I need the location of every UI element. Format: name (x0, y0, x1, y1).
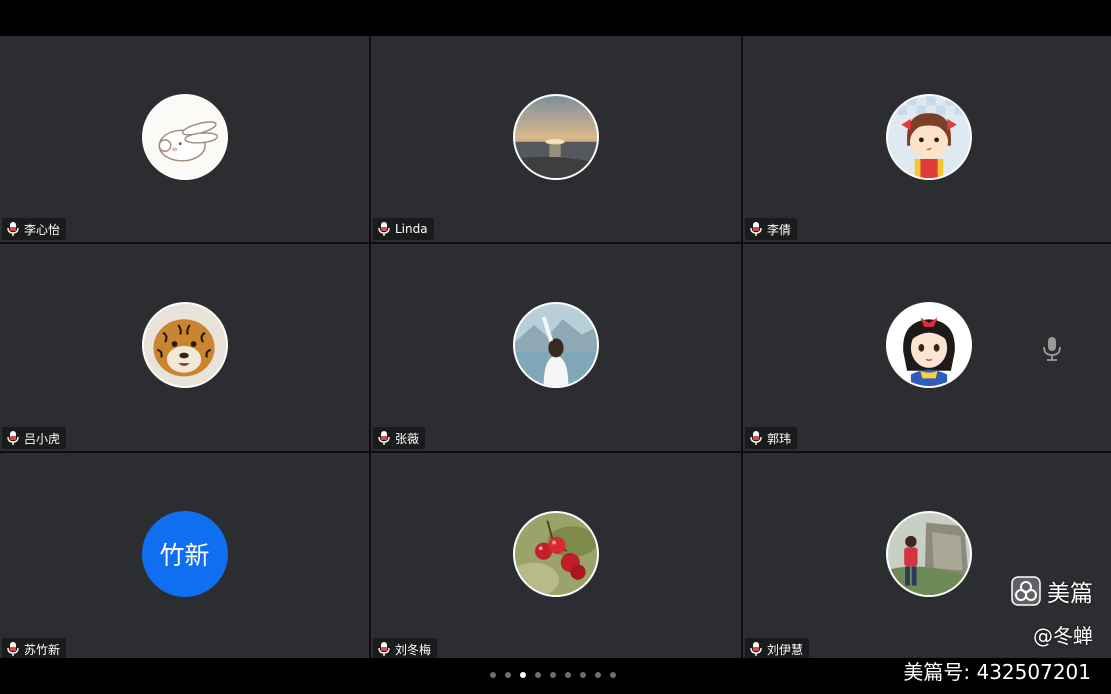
participant-tile[interactable]: 竹新 苏竹新 (0, 453, 369, 662)
cartoon-girl-avatar (886, 94, 972, 180)
participant-name: Linda (395, 222, 428, 236)
participant-tile[interactable]: 张薇 (371, 244, 741, 451)
text-avatar: 竹新 (141, 511, 228, 597)
page-dot[interactable] (505, 672, 511, 678)
mic-icon (750, 222, 762, 236)
participant-name: 李心怡 (24, 222, 61, 237)
mic-icon (7, 642, 19, 656)
participant-tile[interactable]: Linda (371, 36, 741, 242)
participant-tile[interactable]: 吕小虎 (0, 244, 369, 451)
page-dot[interactable] (490, 672, 496, 678)
person-outdoor-avatar (886, 511, 972, 597)
participant-name: 李倩 (767, 222, 792, 237)
watermark-brand: 美篇 (1011, 574, 1093, 608)
participant-name-tag: 李倩 (745, 218, 798, 240)
participant-name: 苏竹新 (24, 642, 61, 657)
mic-icon (750, 431, 762, 445)
top-bar (0, 0, 1111, 36)
participant-name-tag: 刘冬梅 (373, 638, 438, 660)
page-dot[interactable] (580, 672, 586, 678)
snow-white-avatar (886, 302, 972, 388)
watermark-id: 美篇号: 432507201 (903, 660, 1091, 684)
participant-name-tag: 张薇 (373, 427, 426, 449)
participant-name-tag: 苏竹新 (2, 638, 67, 660)
mic-icon (7, 431, 19, 445)
participant-tile[interactable]: 刘冬梅 (371, 453, 741, 662)
participant-name: 张薇 (395, 431, 420, 446)
participant-name-tag: 李心怡 (2, 218, 67, 240)
meipian-logo-icon (1011, 576, 1041, 606)
watermark-brand-text: 美篇 (1047, 581, 1093, 607)
tiger-avatar (141, 302, 228, 388)
rabbit-avatar (141, 94, 228, 180)
participant-name-tag: 郭玮 (745, 427, 798, 449)
page-dot[interactable] (550, 672, 556, 678)
watermark-author: @冬蝉 (1033, 624, 1093, 648)
participant-name-tag: 刘伊慧 (745, 638, 810, 660)
participant-name-tag: Linda (373, 218, 434, 240)
page-indicator[interactable] (490, 672, 616, 678)
page-dot[interactable] (595, 672, 601, 678)
page-dot[interactable] (610, 672, 616, 678)
participant-name: 吕小虎 (24, 431, 61, 446)
participant-tile[interactable]: 李心怡 (0, 36, 369, 242)
page-dot[interactable] (520, 672, 526, 678)
cherry-avatar (513, 511, 599, 597)
mic-icon (378, 642, 390, 656)
video-grid: 李心怡 Linda 李倩 吕小虎 张薇 郭玮 竹新 苏竹新 刘冬梅 刘伊慧 (0, 36, 1111, 662)
participant-name: 刘伊慧 (767, 642, 804, 657)
mic-icon (378, 431, 390, 445)
girl-back-avatar (513, 302, 599, 388)
mic-icon (7, 222, 19, 236)
page-dot[interactable] (535, 672, 541, 678)
participant-name-tag: 吕小虎 (2, 427, 67, 449)
microphone-icon (1043, 337, 1061, 361)
page-dot[interactable] (565, 672, 571, 678)
participant-name: 郭玮 (767, 431, 792, 446)
participant-tile[interactable]: 李倩 (743, 36, 1111, 242)
mic-icon (750, 642, 762, 656)
participant-tile[interactable]: 郭玮 (743, 244, 1111, 451)
mic-icon (378, 222, 390, 236)
participant-name: 刘冬梅 (395, 642, 432, 657)
sunset-avatar (513, 94, 599, 180)
